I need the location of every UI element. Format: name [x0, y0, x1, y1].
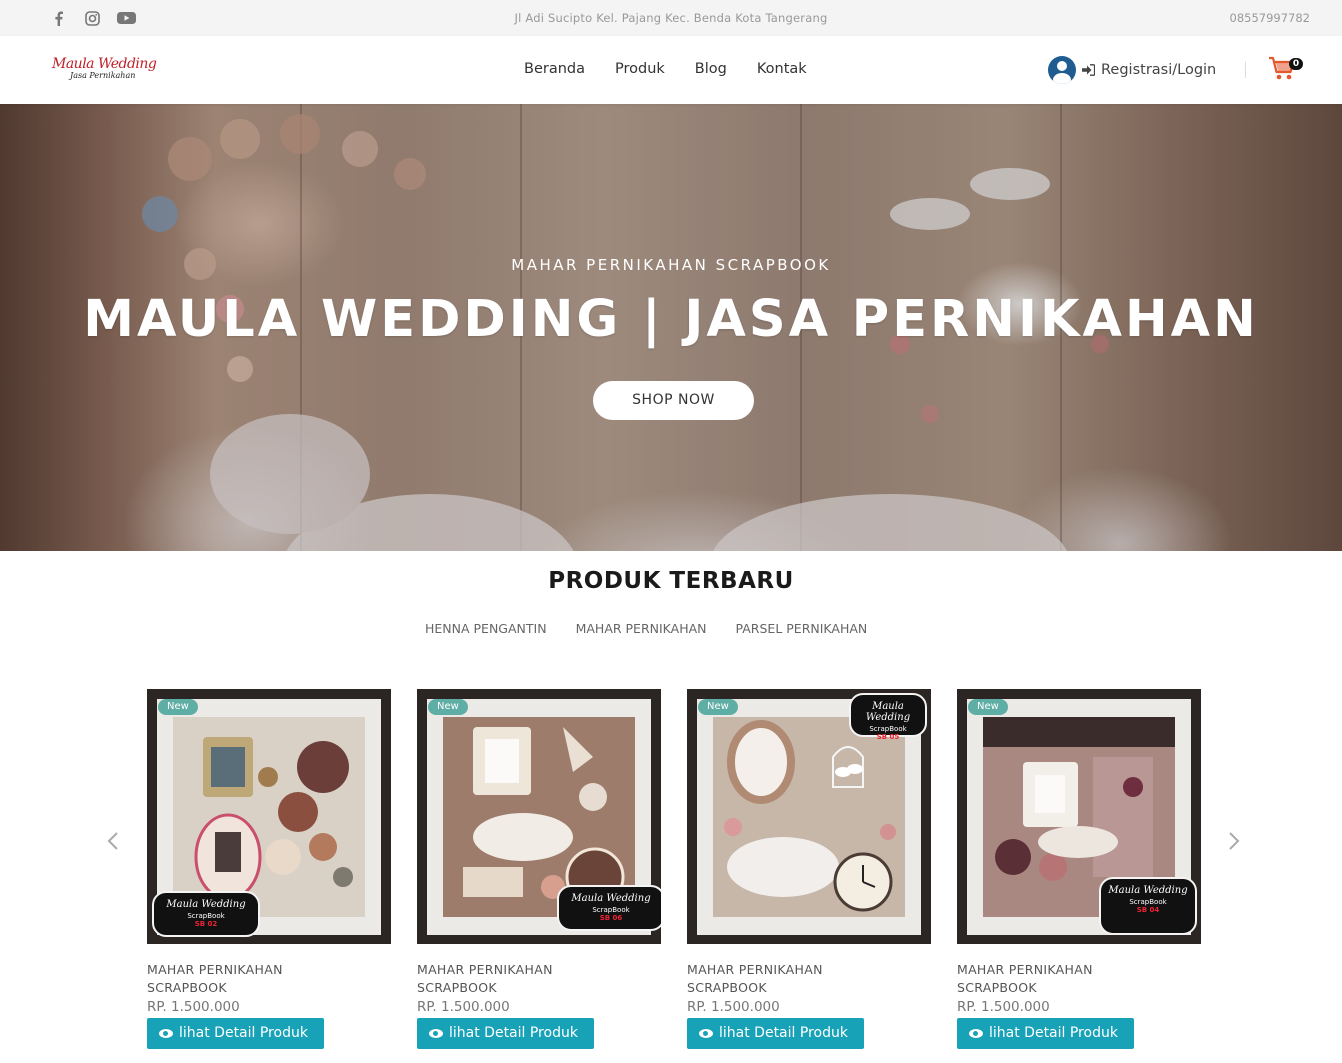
logo-brand: Maula Wedding [52, 56, 157, 72]
plaque-code: SB 06 [599, 914, 623, 922]
nav-produk[interactable]: Produk [615, 61, 665, 77]
plaque-sub: ScrapBook [1129, 898, 1167, 906]
plaque-brand: Maula Wedding [166, 899, 246, 910]
hero-banner: MAHAR PERNIKAHAN SCRAPBOOK MAULA WEDDING… [0, 104, 1342, 551]
product-image[interactable]: New Maula Wedding ScrapBook SB 04 [957, 689, 1201, 944]
plaque-sub: ScrapBook [869, 725, 907, 733]
product-name-line2: SCRAPBOOK [957, 980, 1037, 995]
view-detail-label: lihat Detail Produk [449, 1025, 578, 1041]
product-name-line2: SCRAPBOOK [687, 980, 767, 995]
product-name-line1: MAHAR PERNIKAHAN [147, 962, 283, 977]
product-name[interactable]: MAHAR PERNIKAHAN SCRAPBOOK [957, 961, 1201, 997]
product-image[interactable]: New Maula Wedding ScrapBook SB 02 [147, 689, 391, 944]
product-name-line1: MAHAR PERNIKAHAN [957, 962, 1093, 977]
eye-icon [159, 1029, 173, 1038]
product-price: RP. 1.500.000 [687, 999, 780, 1015]
plaque-brand: Maula Wedding [865, 701, 911, 723]
cart-button[interactable]: 0 [1268, 56, 1308, 84]
eye-icon [699, 1029, 713, 1038]
plaque-brand: Maula Wedding [571, 893, 651, 904]
product-name-line2: SCRAPBOOK [147, 980, 227, 995]
view-detail-button[interactable]: lihat Detail Produk [417, 1018, 594, 1049]
product-name-line1: MAHAR PERNIKAHAN [687, 962, 823, 977]
nav-beranda[interactable]: Beranda [524, 61, 585, 77]
brand-plaque: Maula Wedding ScrapBook SB 04 [1099, 877, 1197, 935]
site-header: Maula Wedding Jasa Pernikahan Beranda Pr… [0, 36, 1342, 104]
eye-icon [429, 1029, 443, 1038]
plaque-sub: ScrapBook [187, 912, 225, 920]
product-name[interactable]: MAHAR PERNIKAHAN SCRAPBOOK [417, 961, 661, 997]
site-logo[interactable]: Maula Wedding Jasa Pernikahan [52, 56, 174, 82]
brand-plaque: Maula Wedding ScrapBook SB 05 [849, 693, 927, 741]
view-detail-button[interactable]: lihat Detail Produk [957, 1018, 1134, 1049]
nav-kontak[interactable]: Kontak [757, 61, 807, 77]
product-card[interactable]: New Maula Wedding ScrapBook SB 02 MAHAR … [147, 689, 391, 1059]
hero-subtitle: MAHAR PERNIKAHAN SCRAPBOOK [511, 256, 831, 274]
new-badge: New [968, 699, 1008, 715]
logo-tagline: Jasa Pernikahan [70, 71, 136, 80]
brand-plaque: Maula Wedding ScrapBook SB 02 [152, 891, 260, 937]
product-name[interactable]: MAHAR PERNIKAHAN SCRAPBOOK [687, 961, 931, 997]
filter-parsel-pernikahan[interactable]: PARSEL PERNIKAHAN [736, 621, 868, 636]
product-price: RP. 1.500.000 [417, 999, 510, 1015]
cart-count-badge: 0 [1289, 58, 1303, 70]
new-badge: New [698, 699, 738, 715]
view-detail-label: lihat Detail Produk [989, 1025, 1118, 1041]
main-nav: Beranda Produk Blog Kontak [524, 61, 807, 77]
plaque-code: SB 05 [876, 733, 900, 741]
carousel-prev-icon[interactable] [105, 830, 121, 852]
plaque-brand: Maula Wedding [1108, 885, 1188, 896]
store-address: Jl Adi Sucipto Kel. Pajang Kec. Benda Ko… [514, 11, 828, 25]
filter-mahar-pernikahan[interactable]: MAHAR PERNIKAHAN [576, 621, 707, 636]
new-badge: New [158, 699, 198, 715]
product-price: RP. 1.500.000 [147, 999, 240, 1015]
product-name-line1: MAHAR PERNIKAHAN [417, 962, 553, 977]
scrapbook-artwork [713, 717, 905, 917]
header-divider [1245, 62, 1246, 78]
view-detail-label: lihat Detail Produk [179, 1025, 308, 1041]
eye-icon [969, 1029, 983, 1038]
new-badge: New [428, 699, 468, 715]
product-card[interactable]: New Maula Wedding ScrapBook SB 04 MAHAR … [957, 689, 1201, 1059]
view-detail-button[interactable]: lihat Detail Produk [147, 1018, 324, 1049]
user-avatar-icon [1048, 56, 1076, 84]
product-image[interactable]: New Maula Wedding ScrapBook SB 06 [417, 689, 661, 944]
view-detail-button[interactable]: lihat Detail Produk [687, 1018, 864, 1049]
hero-title: MAULA WEDDING | JASA PERNIKAHAN [83, 290, 1259, 349]
filter-henna-pengantin[interactable]: HENNA PENGANTIN [425, 621, 547, 636]
product-name[interactable]: MAHAR PERNIKAHAN SCRAPBOOK [147, 961, 391, 997]
nav-blog[interactable]: Blog [695, 61, 727, 77]
section-title: PRODUK TERBARU [548, 568, 794, 594]
scrapbook-artwork [173, 717, 365, 917]
plaque-code: SB 04 [1136, 906, 1160, 914]
top-bar: Jl Adi Sucipto Kel. Pajang Kec. Benda Ko… [0, 0, 1342, 36]
product-name-line2: SCRAPBOOK [417, 980, 497, 995]
product-card[interactable]: New Maula Wedding ScrapBook SB 05 MAHAR … [687, 689, 931, 1059]
product-image[interactable]: New Maula Wedding ScrapBook SB 05 [687, 689, 931, 944]
brand-plaque: Maula Wedding ScrapBook SB 06 [557, 885, 661, 931]
product-card[interactable]: New Maula Wedding ScrapBook SB 06 MAHAR … [417, 689, 661, 1059]
login-link[interactable]: Registrasi/Login [1048, 56, 1216, 84]
phone-number: 08557997782 [1229, 11, 1310, 25]
plaque-code: SB 02 [194, 920, 218, 928]
shop-now-button[interactable]: SHOP NOW [593, 381, 754, 420]
plaque-sub: ScrapBook [592, 906, 630, 914]
category-filters: HENNA PENGANTIN MAHAR PERNIKAHAN PARSEL … [425, 621, 867, 636]
sign-in-icon [1082, 64, 1095, 76]
view-detail-label: lihat Detail Produk [719, 1025, 848, 1041]
carousel-next-icon[interactable] [1226, 830, 1242, 852]
login-label: Registrasi/Login [1101, 62, 1217, 78]
product-price: RP. 1.500.000 [957, 999, 1050, 1015]
